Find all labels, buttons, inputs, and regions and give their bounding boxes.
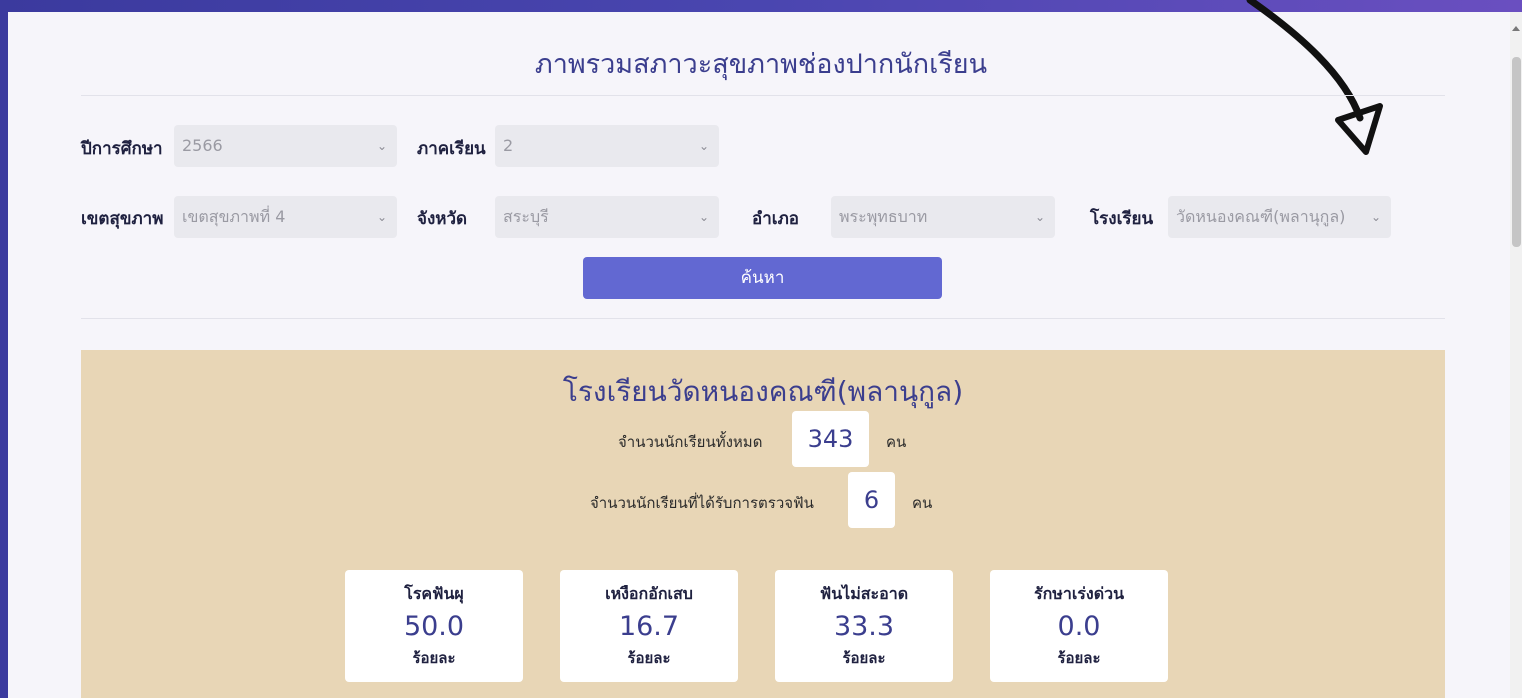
health-zone-select[interactable]: เขตสุขภาพที่ 4 ⌄: [174, 196, 397, 238]
examined-students-unit: คน: [912, 494, 933, 512]
chevron-down-icon: ⌄: [698, 210, 709, 224]
stat-card-value: 16.7: [618, 611, 680, 642]
year-label: ปีการศึกษา: [81, 139, 163, 159]
stat-card-label: รักษาเร่งด่วน: [1034, 584, 1124, 603]
chevron-down-icon: ⌄: [376, 139, 387, 153]
stat-card-unit: ร้อยละ: [412, 649, 456, 667]
scroll-up-arrow-icon[interactable]: [1512, 26, 1520, 31]
stat-card-unit: ร้อยละ: [1057, 649, 1101, 667]
school-select[interactable]: วัดหนองคณฑี(พลานุกูล) ⌄: [1168, 196, 1391, 238]
hand-drawn-arrow-icon: [1246, 0, 1383, 155]
chevron-down-icon: ⌄: [698, 139, 709, 153]
total-students-value: 343: [792, 411, 869, 467]
examined-students-label: จำนวนนักเรียนที่ได้รับการตรวจฟัน: [590, 494, 814, 512]
semester-select-value: 2: [503, 136, 514, 155]
stat-card-label: เหงือกอักเสบ: [605, 584, 693, 603]
stat-card-urgent-treatment: รักษาเร่งด่วน 0.0 ร้อยละ: [990, 570, 1168, 682]
semester-select[interactable]: 2 ⌄: [495, 125, 719, 167]
stat-card-value: 0.0: [1057, 611, 1101, 642]
total-students-unit: คน: [886, 433, 907, 451]
district-select[interactable]: พระพุทธบาท ⌄: [831, 196, 1055, 238]
divider: [81, 95, 1445, 96]
divider: [81, 318, 1445, 319]
district-label: อำเภอ: [752, 209, 799, 229]
stat-card-value: 33.3: [833, 611, 895, 642]
school-select-value: วัดหนองคณฑี(พลานุกูล): [1176, 207, 1346, 226]
page-title: ภาพรวมสภาวะสุขภาพช่องปากนักเรียน: [534, 49, 988, 80]
search-button[interactable]: ค้นหา: [583, 257, 942, 299]
year-select-value: 2566: [182, 136, 223, 155]
chevron-down-icon: ⌄: [376, 210, 387, 224]
semester-label: ภาคเรียน: [417, 139, 486, 159]
scroll-thumb[interactable]: [1512, 57, 1521, 247]
examined-students-value: 6: [848, 472, 895, 528]
chevron-down-icon: ⌄: [1034, 210, 1045, 224]
school-name-heading: โรงเรียนวัดหนองคณฑี(พลานุกูล): [562, 375, 964, 408]
stat-card-caries: โรคฟันผุ 50.0 ร้อยละ: [345, 570, 523, 682]
province-label: จังหวัด: [417, 209, 468, 229]
scrollbar[interactable]: [1510, 12, 1522, 698]
health-zone-label: เขตสุขภาพ: [81, 209, 164, 229]
stat-card-unit: ร้อยละ: [627, 649, 671, 667]
province-select[interactable]: สระบุรี ⌄: [495, 196, 719, 238]
chevron-down-icon: ⌄: [1370, 210, 1381, 224]
stat-card-unclean-teeth: ฟันไม่สะอาด 33.3 ร้อยละ: [775, 570, 953, 682]
health-zone-select-value: เขตสุขภาพที่ 4: [182, 207, 286, 226]
district-select-value: พระพุทธบาท: [839, 207, 928, 226]
stat-card-unit: ร้อยละ: [842, 649, 886, 667]
school-label: โรงเรียน: [1090, 209, 1154, 229]
province-select-value: สระบุรี: [503, 207, 549, 226]
stat-card-label: โรคฟันผุ: [404, 584, 464, 603]
total-students-label: จำนวนนักเรียนทั้งหมด: [618, 433, 763, 451]
year-select[interactable]: 2566 ⌄: [174, 125, 397, 167]
stat-card-label: ฟันไม่สะอาด: [819, 584, 909, 603]
school-summary-panel: โรงเรียนวัดหนองคณฑี(พลานุกูล) จำนวนนักเร…: [81, 350, 1445, 698]
stat-card-value: 50.0: [403, 611, 465, 642]
stat-card-gingivitis: เหงือกอักเสบ 16.7 ร้อยละ: [560, 570, 738, 682]
